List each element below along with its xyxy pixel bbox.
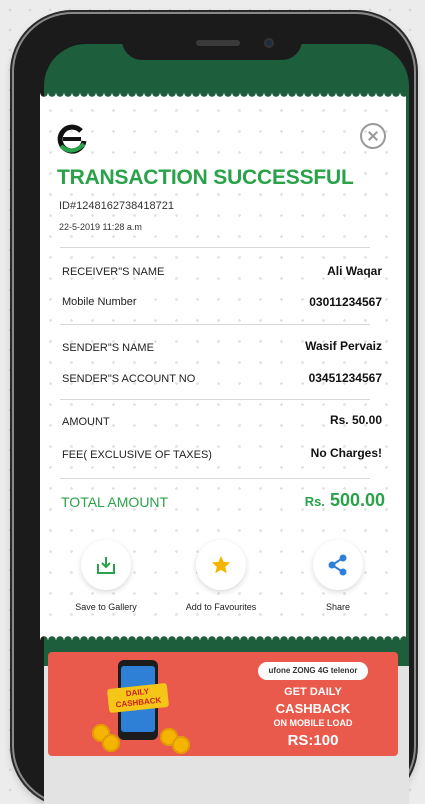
promo-line-4: RS:100 — [287, 732, 339, 749]
sender-name-value: Wasif Pervaiz — [305, 339, 382, 353]
total-currency: Rs. — [304, 494, 325, 509]
cashback-banner[interactable]: DAILY CASHBACK ufone ZONG 4G telenor GET… — [48, 652, 398, 756]
receiver-name-label: RECEIVER"S NAME — [62, 266, 165, 278]
coin-icon — [172, 736, 190, 754]
star-icon — [211, 555, 231, 574]
sender-account-label: SENDER"S ACCOUNT NO — [62, 373, 196, 385]
fee-label: FEE( EXCLUSIVE OF TAXES) — [62, 449, 212, 461]
coin-icon — [102, 734, 120, 752]
save-to-gallery-circle[interactable] — [81, 540, 131, 590]
add-to-favourites-button[interactable]: Add to Favourites — [171, 540, 271, 612]
receipt-edge-bottom — [40, 632, 406, 640]
download-icon — [97, 557, 115, 574]
total-amount-value: Rs. 500.00 — [305, 490, 385, 511]
share-label: Share — [325, 602, 351, 612]
share-button[interactable]: Share — [288, 540, 388, 612]
promo-line-1: GET DAILY — [284, 686, 342, 698]
mobile-number-label: Mobile Number — [62, 296, 137, 308]
share-icon — [328, 554, 347, 576]
sender-name-label: SENDER"S NAME — [62, 342, 154, 354]
add-to-favourites-label: Add to Favourites — [185, 602, 257, 612]
amount-value: Rs. 50.00 — [329, 413, 382, 427]
phone-speaker — [196, 40, 240, 46]
transaction-datetime: 22-5-2019 11:28 a.m — [59, 222, 142, 232]
easypaisa-logo — [57, 124, 87, 154]
amount-label: AMOUNT — [62, 416, 110, 428]
divider — [60, 478, 370, 479]
phone-camera — [264, 38, 274, 48]
receiver-name-value: Ali Waqar — [327, 264, 382, 278]
close-button[interactable] — [360, 123, 386, 149]
add-to-favourites-circle[interactable] — [196, 540, 246, 590]
promo-line-2: CASHBACK — [275, 701, 351, 716]
share-circle[interactable] — [313, 540, 363, 590]
page-title: TRANSACTION SUCCESSFUL — [57, 166, 354, 189]
total-amount: 500.00 — [329, 490, 385, 510]
divider — [60, 247, 370, 248]
divider — [60, 324, 370, 325]
save-to-gallery-label: Save to Gallery — [75, 602, 137, 612]
daily-cashback-badge: DAILY CASHBACK — [106, 682, 170, 714]
fee-value: No Charges! — [310, 446, 382, 460]
save-to-gallery-button[interactable]: Save to Gallery — [56, 540, 156, 612]
transaction-id: ID#1248162738418721 — [59, 200, 175, 212]
promo-line-3: ON MOBILE LOAD — [273, 718, 353, 728]
sender-account-value: 03451234567 — [308, 371, 382, 385]
total-amount-label: TOTAL AMOUNT — [61, 494, 169, 510]
mobile-number-value: 03011234567 — [309, 295, 382, 309]
network-logos: ufone ZONG 4G telenor — [258, 662, 368, 680]
divider — [60, 399, 370, 400]
